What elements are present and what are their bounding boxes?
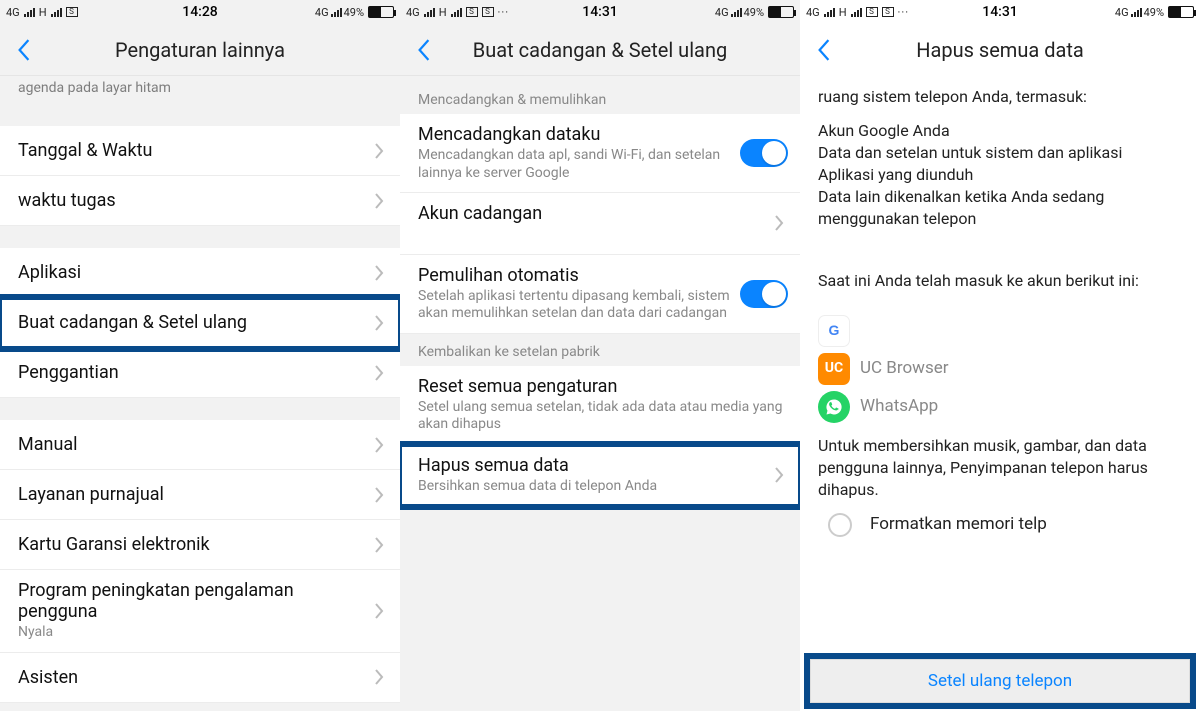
radio-icon[interactable] (828, 513, 852, 537)
toggle-switch[interactable] (740, 280, 788, 308)
format-checkbox-row[interactable]: Formatkan memori telp (828, 513, 1182, 537)
page-title: Pengaturan lainnya (4, 38, 396, 62)
account-whatsapp: WhatsApp (818, 391, 1182, 423)
row-sub: Mencadangkan data apl, sandi Wi-Fi, dan … (418, 147, 730, 182)
status-time: 14:31 (800, 4, 1200, 20)
row-label: Layanan purnajual (18, 484, 370, 505)
row-backup-account[interactable]: Akun cadangan (400, 193, 800, 255)
erase-content: ruang sistem telepon Anda, termasuk: Aku… (800, 76, 1200, 711)
whatsapp-icon (818, 391, 850, 423)
row-sub: Setelah aplikasi tertentu dipasang kemba… (418, 288, 730, 323)
row-label: Tanggal & Waktu (18, 140, 370, 161)
section-header: Kembalikan ke setelan pabrik (400, 334, 800, 366)
chevron-right-icon (370, 437, 388, 453)
chevron-right-icon (370, 487, 388, 503)
battery-icon (1168, 6, 1194, 18)
row-label: Pemulihan otomatis (418, 265, 730, 286)
phone-panel-3: 4G H S S ··· 14:31 4G 49% Hapus semua da… (800, 0, 1200, 711)
account-label: WhatsApp (860, 395, 938, 418)
format-note: Untuk membersihkan musik, gambar, dan da… (818, 435, 1182, 501)
header: Hapus semua data (800, 24, 1200, 76)
row-date-time[interactable]: Tanggal & Waktu (0, 126, 400, 176)
phone-panel-1: 4G H S 14:28 4G 49% Pengaturan lainnya a… (0, 0, 400, 711)
chevron-right-icon (370, 365, 388, 381)
google-icon: G (818, 315, 850, 347)
chevron-right-icon (370, 603, 388, 619)
truncated-row: agenda pada layar hitam (0, 76, 400, 104)
status-time: 14:28 (0, 4, 400, 20)
row-task-time[interactable]: waktu tugas (0, 176, 400, 226)
phone-panel-2: 4G H S S ··· 14:31 4G 49% Buat cadangan … (400, 0, 800, 711)
row-uep[interactable]: Program peningkatan pengalaman pengguna … (0, 570, 400, 653)
row-label: Penggantian (18, 362, 370, 383)
section-header: Mencadangkan & memulihkan (400, 76, 800, 114)
chevron-right-icon (770, 215, 788, 231)
row-warranty[interactable]: Kartu Garansi elektronik (0, 520, 400, 570)
bullet-line: Akun Google Anda (818, 120, 1182, 142)
chevron-right-icon (370, 537, 388, 553)
chevron-right-icon (370, 669, 388, 685)
row-backup-reset[interactable]: Buat cadangan & Setel ulang (0, 298, 400, 348)
backup-reset-list: Mencadangkan & memulihkan Mencadangkan d… (400, 76, 800, 711)
battery-icon (768, 6, 794, 18)
row-auto-restore[interactable]: Pemulihan otomatis Setelah aplikasi tert… (400, 255, 800, 334)
row-erase-all-data[interactable]: Hapus semua data Bersihkan semua data di… (400, 445, 800, 507)
row-reset-settings[interactable]: Reset semua pengaturan Setel ulang semua… (400, 366, 800, 445)
row-apps[interactable]: Aplikasi (0, 248, 400, 298)
status-bar: 4G H S S ··· 14:31 4G 49% (400, 0, 800, 24)
row-label: Asisten (18, 667, 370, 688)
row-label: Mencadangkan dataku (418, 124, 730, 145)
row-assistant[interactable]: Asisten (0, 653, 400, 703)
battery-icon (368, 6, 394, 18)
bullet-line: Data lain dikenalkan ketika Anda sedang … (818, 186, 1182, 230)
uc-browser-icon: UC (818, 353, 850, 385)
chevron-right-icon (770, 467, 788, 483)
row-backup-my-data[interactable]: Mencadangkan dataku Mencadangkan data ap… (400, 114, 800, 193)
row-label: Aplikasi (18, 262, 370, 283)
chevron-right-icon (370, 265, 388, 281)
settings-list: agenda pada layar hitam Tanggal & Waktu … (0, 76, 400, 711)
row-label: Hapus semua data (418, 455, 770, 476)
row-label: Buat cadangan & Setel ulang (18, 312, 370, 333)
row-sub (418, 226, 770, 244)
status-bar: 4G H S S ··· 14:31 4G 49% (800, 0, 1200, 24)
page-title: Hapus semua data (804, 38, 1196, 62)
chevron-right-icon (370, 315, 388, 331)
checkbox-label: Formatkan memori telp (870, 513, 1047, 536)
row-label: Reset semua pengaturan (418, 376, 788, 397)
button-label: Setel ulang telepon (928, 671, 1072, 691)
chevron-right-icon (370, 143, 388, 159)
page-title: Buat cadangan & Setel ulang (404, 38, 796, 62)
row-sub: Bersihkan semua data di telepon Anda (418, 478, 770, 496)
status-bar: 4G H S 14:28 4G 49% (0, 0, 400, 24)
toggle-switch[interactable] (740, 139, 788, 167)
account-uc: UC UC Browser (818, 353, 1182, 385)
status-time: 14:31 (400, 4, 800, 20)
account-label: UC Browser (860, 357, 949, 380)
row-state: Nyala (18, 624, 370, 642)
row-label: Program peningkatan pengalaman pengguna (18, 580, 370, 622)
row-aftersales[interactable]: Layanan purnajual (0, 470, 400, 520)
header: Pengaturan lainnya (0, 24, 400, 76)
chevron-right-icon (370, 193, 388, 209)
row-sub: Setel ulang semua setelan, tidak ada dat… (418, 399, 788, 434)
row-manual[interactable]: Manual (0, 420, 400, 470)
row-label: Akun cadangan (418, 203, 770, 224)
intro-text: ruang sistem telepon Anda, termasuk: (818, 86, 1182, 108)
signed-in-text: Saat ini Anda telah masuk ke akun beriku… (818, 270, 1182, 292)
row-label: waktu tugas (18, 190, 370, 211)
reset-phone-button[interactable]: Setel ulang telepon (810, 659, 1190, 703)
bullet-line: Aplikasi yang diunduh (818, 164, 1182, 186)
bullet-line: Data dan setelan untuk sistem dan aplika… (818, 142, 1182, 164)
row-replacement[interactable]: Penggantian (0, 348, 400, 398)
header: Buat cadangan & Setel ulang (400, 24, 800, 76)
account-google: G (818, 315, 1182, 347)
row-label: Kartu Garansi elektronik (18, 534, 370, 555)
row-label: Manual (18, 434, 370, 455)
